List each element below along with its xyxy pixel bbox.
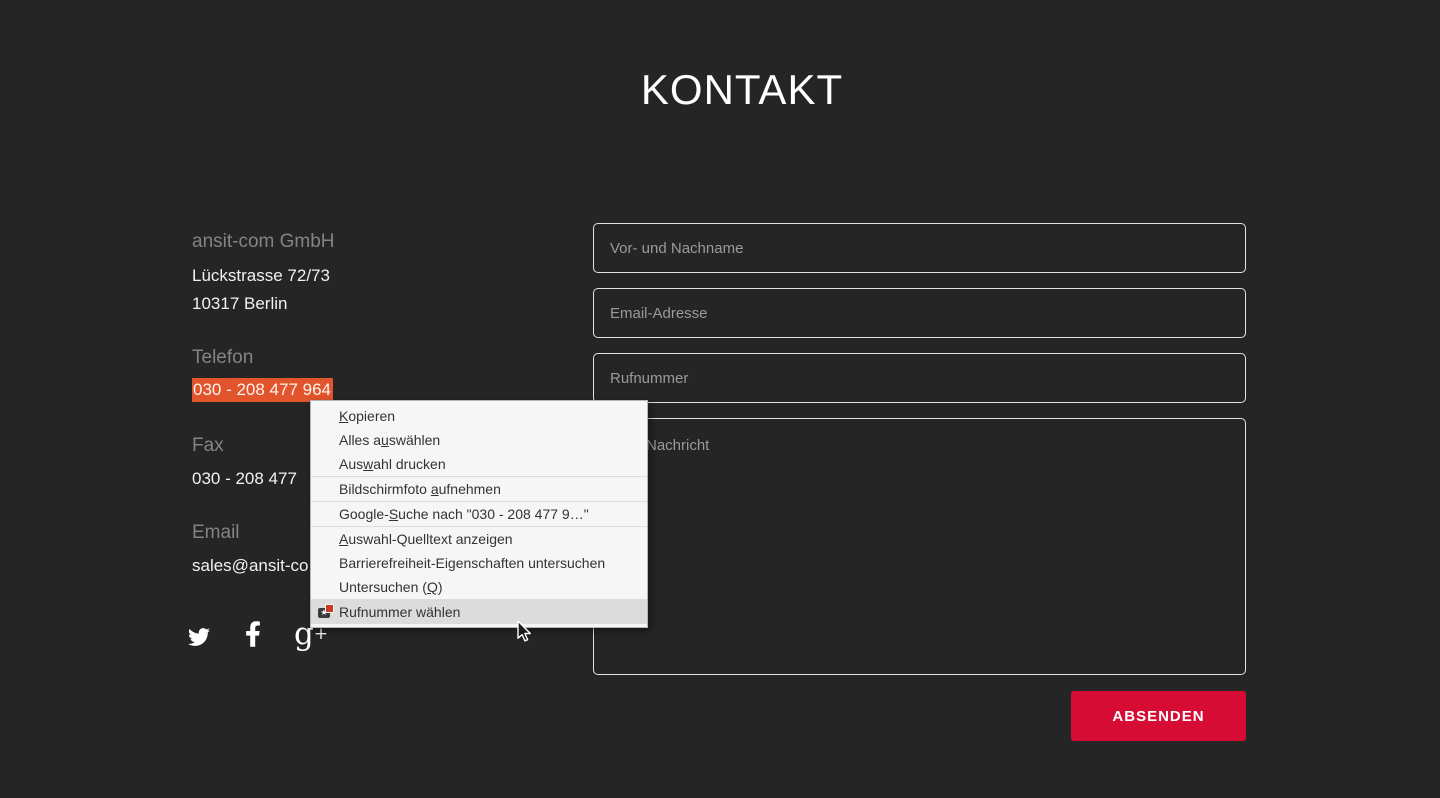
phone-label: Telefon [192,347,253,369]
page-title: KONTAKT [641,66,843,114]
email-value[interactable]: sales@ansit-co [192,556,308,576]
fax-value: 030 - 208 477 [192,469,297,489]
company-name: ansit-com GmbH [192,231,335,253]
menu-item-label: Google-Suche nach "030 - 208 477 9…" [339,506,589,522]
phone-dialer-favicon-icon: ★ [318,604,334,620]
address-street: Lückstrasse 72/73 [192,266,330,286]
menu-item-label: Alles auswählen [339,432,440,448]
email-label: Email [192,522,240,544]
selected-text: 030 - 208 477 964 [192,378,333,402]
social-links: g+ [186,620,328,648]
menu-item-rufnummer-wählen[interactable]: ★ Rufnummer wählen [311,600,647,624]
menu-item-label: Auswahl-Quelltext anzeigen [339,531,513,547]
menu-item-label: Rufnummer wählen [339,604,460,620]
absenden-button[interactable]: ABSENDEN [1071,691,1246,741]
facebook-icon[interactable] [245,620,261,648]
message-textarea[interactable] [593,418,1246,675]
fax-label: Fax [192,435,224,457]
address-city: 10317 Berlin [192,294,287,314]
menu-item-label: Kopieren [339,408,395,424]
context-menu: Kopieren Alles auswählen Auswahl drucken Bi… [310,400,648,628]
menu-item-bildschirmfoto-aufnehmen[interactable]: Bildschirmfoto aufnehmen [311,477,647,501]
twitter-icon[interactable] [186,626,212,648]
menu-item-kopieren[interactable]: Kopieren [311,404,647,428]
phone-value[interactable]: 030 - 208 477 964 [192,380,333,400]
menu-item-label: Untersuchen (Q) [339,579,443,595]
menu-item-label: Barrierefreiheit-Eigenschaften untersuch… [339,555,605,571]
menu-item-google-suche-nach-030-208-477-9[interactable]: Google-Suche nach "030 - 208 477 9…" [311,502,647,526]
phone-input[interactable] [593,353,1246,403]
menu-item-alles-auswählen[interactable]: Alles auswählen [311,428,647,452]
menu-item-barrierefreiheit-eigenschaften-untersuchen[interactable]: Barrierefreiheit-Eigenschaften untersuch… [311,551,647,575]
menu-item-label: Bildschirmfoto aufnehmen [339,481,501,497]
menu-item-untersuchen-q[interactable]: Untersuchen (Q) [311,575,647,599]
menu-item-label: Auswahl drucken [339,456,446,472]
kontakt-page: KONTAKT ansit-com GmbH Lückstrasse 72/73… [0,0,1440,798]
menu-item-auswahl-quelltext-anzeigen[interactable]: Auswahl-Quelltext anzeigen [311,527,647,551]
email-input[interactable] [593,288,1246,338]
name-input[interactable] [593,223,1246,273]
menu-item-auswahl-drucken[interactable]: Auswahl drucken [311,452,647,476]
